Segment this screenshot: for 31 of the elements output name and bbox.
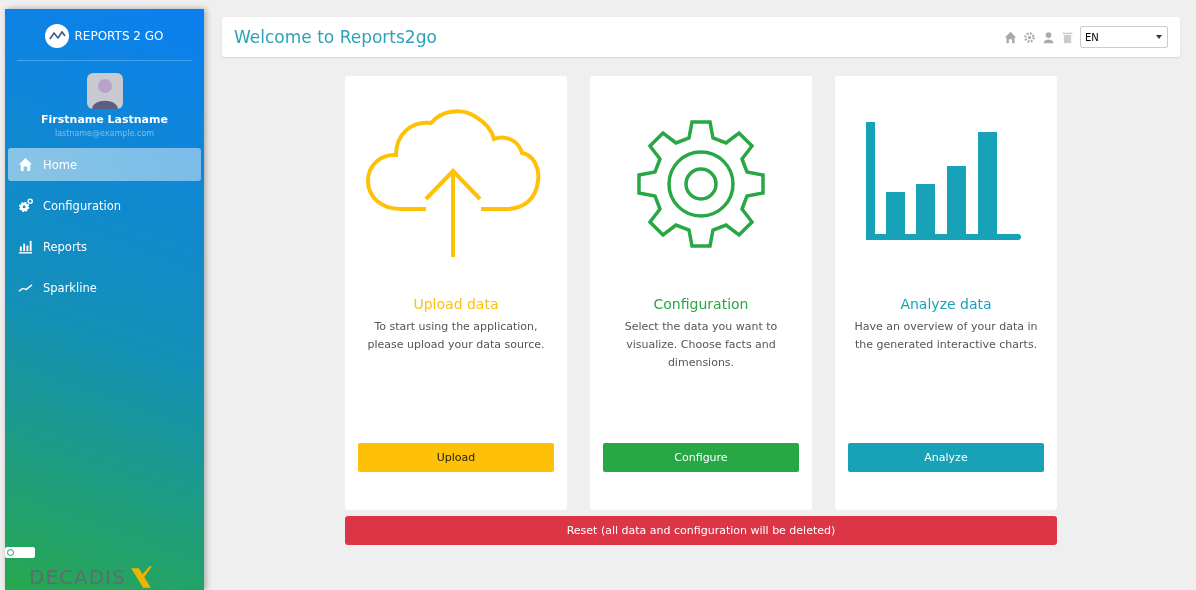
card-title: Upload data (413, 296, 499, 312)
reset-button[interactable]: Reset (all data and configuration will be deleted) (345, 516, 1057, 545)
home-icon[interactable] (1004, 30, 1017, 44)
caret-icon (1156, 35, 1162, 39)
home-icon (18, 157, 33, 172)
user-icon[interactable] (1042, 30, 1055, 44)
nav-item[interactable]: Home (8, 148, 201, 181)
card-description: Select the data you want to visualize. Choose facts and dimensions. (623, 319, 779, 371)
action-button[interactable]: Analyze (848, 443, 1044, 472)
action-button[interactable]: Configure (603, 443, 799, 472)
user-name: Firstname Lastname (40, 113, 169, 126)
card-description: To start using the application, please upload your data source. (366, 319, 546, 353)
trash-icon[interactable] (1061, 30, 1074, 44)
nav-item[interactable]: Sparkline (8, 271, 201, 304)
page-title: Welcome to Reports2go (234, 27, 437, 47)
card-title: Analyze data (900, 296, 992, 312)
user-email: lastname@example.com (53, 129, 156, 138)
gears-icon (18, 198, 33, 213)
language-select[interactable]: EN (1080, 26, 1168, 48)
card-description: Have an overview of your data in the generated interactive charts. (853, 319, 1039, 353)
brand-name: REPORTS 2 GO (74, 29, 164, 43)
bar-chart-icon (18, 239, 33, 254)
avatar-silhouette (86, 73, 123, 109)
action-button[interactable]: Upload (358, 443, 554, 472)
toggle-switch[interactable] (5, 547, 35, 558)
footer-logo-text: DECADIS (29, 565, 126, 589)
nav-item[interactable]: Configuration (8, 189, 201, 222)
settings-icon[interactable] (1023, 30, 1036, 44)
nav-item[interactable]: Reports (8, 230, 201, 263)
card-title: Configuration (653, 296, 749, 312)
logo-icon (45, 24, 70, 48)
